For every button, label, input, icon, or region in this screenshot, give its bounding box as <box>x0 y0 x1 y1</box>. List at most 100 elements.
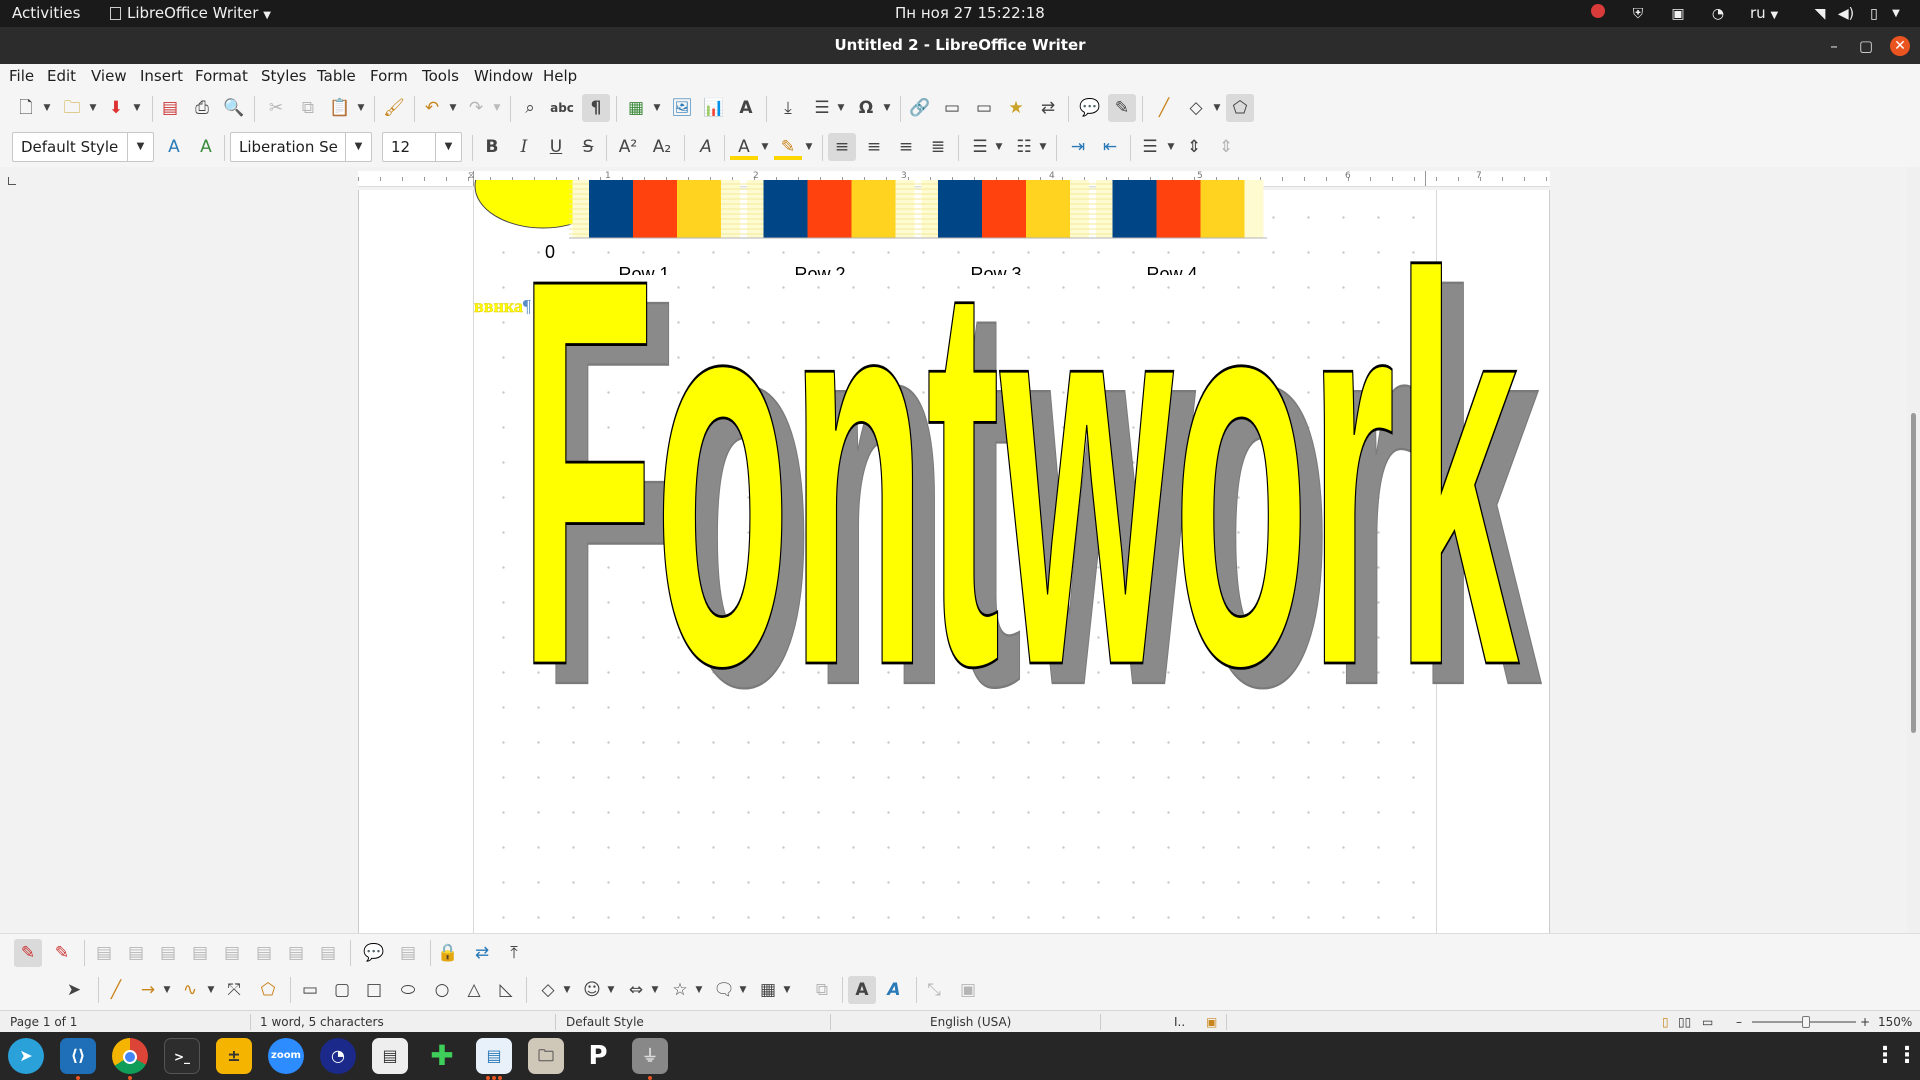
clone-formatting-icon[interactable]: 🖌 <box>380 94 408 122</box>
spelling-icon[interactable]: abc <box>548 94 576 122</box>
fontwork-object[interactable]: Fontwork Fontwork <box>499 240 1551 760</box>
font-color-icon[interactable]: A <box>730 133 758 160</box>
selection-mode-icon[interactable]: ▣ <box>1206 1011 1217 1033</box>
toggle-extrusion-icon[interactable]: ⧉ <box>808 976 836 1004</box>
align-right-icon[interactable]: ≡ <box>892 133 920 161</box>
bullet-list-icon[interactable]: ☰ <box>966 133 994 161</box>
align-left-icon[interactable]: ≡ <box>828 133 856 161</box>
basic-shapes-icon[interactable]: ◇ <box>1182 94 1210 122</box>
activities-button[interactable]: Activities <box>12 0 80 27</box>
menu-tools[interactable]: Tools <box>422 64 459 89</box>
battery-icon[interactable]: ▯ <box>1864 4 1884 24</box>
bullet-list-dropdown-arrow[interactable]: ▼ <box>994 133 1004 161</box>
decrease-paragraph-spacing-icon[interactable]: ⇕ <box>1212 133 1240 161</box>
reject-change-icon[interactable]: ▤ <box>186 939 214 967</box>
line-spacing-icon[interactable]: ☰ <box>1136 133 1164 161</box>
chevron-down-icon[interactable]: ▼ <box>127 133 153 161</box>
insert-track-comment-icon[interactable]: 💬 <box>360 939 388 967</box>
find-replace-icon[interactable]: ⌕ <box>516 94 544 122</box>
undo-dropdown-arrow[interactable]: ▼ <box>448 94 458 122</box>
chevron-down-icon[interactable]: ▼ <box>435 133 461 161</box>
menu-window[interactable]: Window <box>474 64 533 89</box>
points-icon[interactable]: ⤧ <box>220 976 248 1004</box>
curve-dropdown-arrow[interactable]: ▼ <box>206 976 216 1004</box>
subscript-icon[interactable]: A₂ <box>648 133 676 161</box>
libreoffice-writer-icon[interactable]: ▤ <box>476 1038 512 1074</box>
select-pointer-icon[interactable]: ➤ <box>60 976 88 1004</box>
paste-dropdown-arrow[interactable]: ▼ <box>356 94 366 122</box>
shield-icon[interactable]: ⛨ <box>1628 4 1648 24</box>
menu-file[interactable]: File <box>9 64 34 89</box>
open-folder-icon[interactable]: 🗀 <box>58 94 86 122</box>
footnote-icon[interactable]: ▭ <box>938 94 966 122</box>
basic-shapes-icon[interactable]: ◇ <box>534 976 562 1004</box>
triangle-icon[interactable]: △ <box>460 976 488 1004</box>
files-icon[interactable]: 🗀 <box>528 1038 564 1074</box>
zoom-in-icon[interactable]: + <box>1860 1011 1870 1033</box>
merge-document-icon[interactable]: ⤒ <box>500 939 528 967</box>
vscode-icon[interactable]: ⟨⟩ <box>60 1038 96 1074</box>
print-icon[interactable]: ⎙ <box>188 94 216 122</box>
maximize-button[interactable]: ▢ <box>1856 36 1876 56</box>
next-change-icon[interactable]: ▤ <box>122 939 150 967</box>
compare-document-icon[interactable]: ⇄ <box>468 939 496 967</box>
multi-page-view-icon[interactable]: ▯▯ <box>1678 1011 1691 1033</box>
menu-view[interactable]: View <box>91 64 127 89</box>
open-dropdown-arrow[interactable]: ▼ <box>88 94 98 122</box>
new-dropdown-arrow[interactable]: ▼ <box>42 94 52 122</box>
chevron-down-icon[interactable]: ▼ <box>345 133 371 161</box>
word-count[interactable]: 1 word, 5 characters <box>260 1011 384 1033</box>
protect-changes-icon[interactable]: 🔒 <box>434 939 462 967</box>
right-triangle-icon[interactable]: ◺ <box>492 976 520 1004</box>
volume-icon[interactable]: ◀) <box>1836 4 1856 24</box>
zoom-app-icon[interactable]: zoom <box>268 1038 304 1074</box>
save-dropdown-arrow[interactable]: ▼ <box>132 94 142 122</box>
show-apps-icon[interactable]: ⋮⋮⋮ <box>1874 1038 1920 1074</box>
curve-icon[interactable]: ∿ <box>176 976 204 1004</box>
menu-help[interactable]: Help <box>543 64 577 89</box>
formatting-marks-icon[interactable]: ¶ <box>582 94 610 122</box>
block-arrows-icon[interactable]: ⇔ <box>622 976 650 1004</box>
wifi-icon[interactable]: ◥ <box>1810 4 1830 24</box>
redo-dropdown-arrow[interactable]: ▼ <box>492 94 502 122</box>
table-dropdown-arrow[interactable]: ▼ <box>652 94 662 122</box>
document-viewer-icon[interactable]: ▤ <box>372 1038 408 1074</box>
shapes-dropdown-arrow[interactable]: ▼ <box>1212 94 1222 122</box>
underline-icon[interactable]: U <box>542 133 570 161</box>
insert-table-icon[interactable]: ▦ <box>622 94 650 122</box>
insert-field-icon[interactable]: ☰ <box>808 94 836 122</box>
show-draw-functions-icon[interactable]: ⬠ <box>1226 94 1254 122</box>
screenshot-tray-icon[interactable]: ▣ <box>1668 4 1688 24</box>
single-page-view-icon[interactable]: ▯ <box>1662 1011 1669 1033</box>
previous-change-icon[interactable]: ▤ <box>90 939 118 967</box>
accept-all-icon[interactable]: ▤ <box>218 939 246 967</box>
insert-textbox-icon[interactable]: A <box>848 976 876 1004</box>
keyboard-layout-menu[interactable]: ru ▼ <box>1750 0 1778 27</box>
basic-shapes-dropdown-arrow[interactable]: ▼ <box>562 976 572 1004</box>
cut-icon[interactable]: ✂ <box>262 94 290 122</box>
symbol-shapes-icon[interactable]: ☺ <box>578 976 606 1004</box>
ellipse-icon[interactable]: ⬭ <box>394 976 422 1004</box>
terminal-icon[interactable]: >_ <box>164 1038 200 1074</box>
clear-formatting-icon[interactable]: A <box>692 133 720 161</box>
minimize-button[interactable]: – <box>1824 36 1844 56</box>
glue-points-icon[interactable]: ⤡ <box>920 976 948 1004</box>
zoom-level[interactable]: 150% <box>1878 1011 1912 1033</box>
justify-icon[interactable]: ≣ <box>924 133 952 161</box>
rectangle-icon[interactable]: ▭ <box>296 976 324 1004</box>
new-style-icon[interactable]: A <box>192 133 220 161</box>
manage-changes-icon[interactable]: ▤ <box>394 939 422 967</box>
stars-icon[interactable]: ☆ <box>666 976 694 1004</box>
page-break-icon[interactable]: ⤓ <box>774 94 802 122</box>
p-app-icon[interactable]: P <box>580 1038 616 1074</box>
insert-image-icon[interactable]: 🖼 <box>668 94 696 122</box>
polygon-icon[interactable]: ⬠ <box>254 976 282 1004</box>
circle-icon[interactable]: ○ <box>428 976 456 1004</box>
extensions-icon[interactable]: ✚ <box>424 1038 460 1074</box>
system-menu-chevron-icon[interactable]: ▼ <box>1886 4 1906 24</box>
accept-all-tracked-icon[interactable]: ▤ <box>282 939 310 967</box>
close-button[interactable]: ✕ <box>1890 36 1910 56</box>
accept-change-icon[interactable]: ▤ <box>154 939 182 967</box>
special-character-dropdown-arrow[interactable]: ▼ <box>882 94 892 122</box>
decrease-indent-icon[interactable]: ⇤ <box>1096 133 1124 161</box>
